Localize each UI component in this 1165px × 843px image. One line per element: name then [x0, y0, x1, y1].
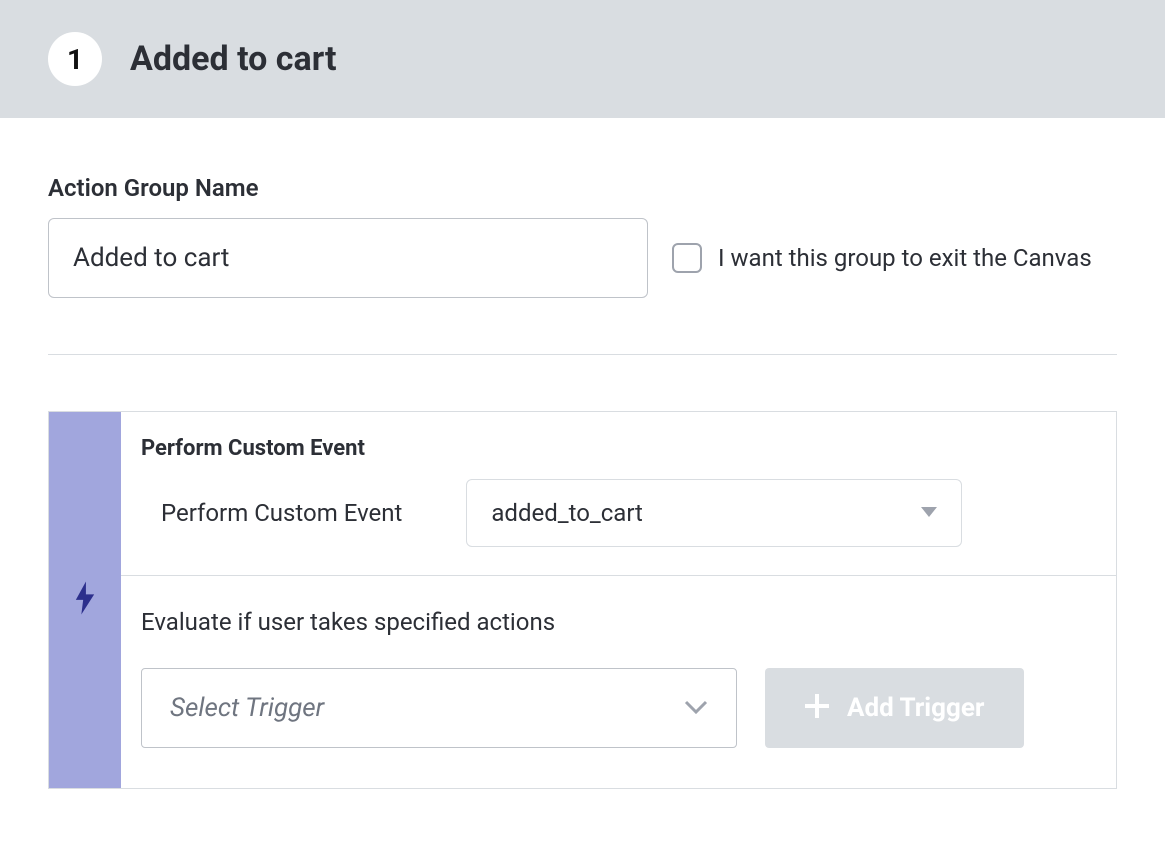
event-body: Perform Custom Event Perform Custom Even… — [121, 412, 1116, 788]
custom-event-section: Perform Custom Event Perform Custom Even… — [121, 412, 1116, 576]
exit-canvas-label: I want this group to exit the Canvas — [718, 244, 1092, 272]
section-divider — [48, 354, 1117, 355]
add-trigger-label: Add Trigger — [847, 693, 984, 723]
step-title: Added to cart — [130, 39, 336, 79]
content-area: Action Group Name I want this group to e… — [0, 118, 1165, 837]
caret-down-icon — [921, 505, 937, 521]
custom-event-heading: Perform Custom Event — [141, 436, 1096, 461]
chevron-down-icon — [684, 699, 708, 718]
evaluate-section: Evaluate if user takes specified actions… — [121, 576, 1116, 788]
trigger-row: Select Trigger — [141, 668, 1096, 748]
evaluate-heading: Evaluate if user takes specified actions — [141, 608, 1096, 636]
plus-icon — [805, 691, 829, 726]
bolt-icon — [74, 581, 96, 619]
event-sidebar — [49, 412, 121, 788]
custom-event-dropdown[interactable]: added_to_cart — [466, 479, 962, 547]
custom-event-row-label: Perform Custom Event — [141, 499, 402, 527]
custom-event-value: added_to_cart — [491, 499, 921, 527]
exit-canvas-checkbox[interactable] — [672, 243, 702, 273]
trigger-dropdown[interactable]: Select Trigger — [141, 668, 737, 748]
action-group-name-input[interactable] — [48, 218, 648, 298]
step-header: 1 Added to cart — [0, 0, 1165, 118]
add-trigger-button[interactable]: Add Trigger — [765, 668, 1024, 748]
name-row: I want this group to exit the Canvas — [48, 218, 1117, 298]
step-number-badge: 1 — [48, 32, 102, 86]
custom-event-row: Perform Custom Event added_to_cart — [141, 479, 1096, 547]
exit-canvas-group: I want this group to exit the Canvas — [672, 243, 1092, 273]
event-panel: Perform Custom Event Perform Custom Even… — [48, 411, 1117, 789]
action-group-name-label: Action Group Name — [48, 174, 1117, 202]
step-number: 1 — [67, 43, 83, 76]
trigger-placeholder: Select Trigger — [170, 693, 684, 723]
